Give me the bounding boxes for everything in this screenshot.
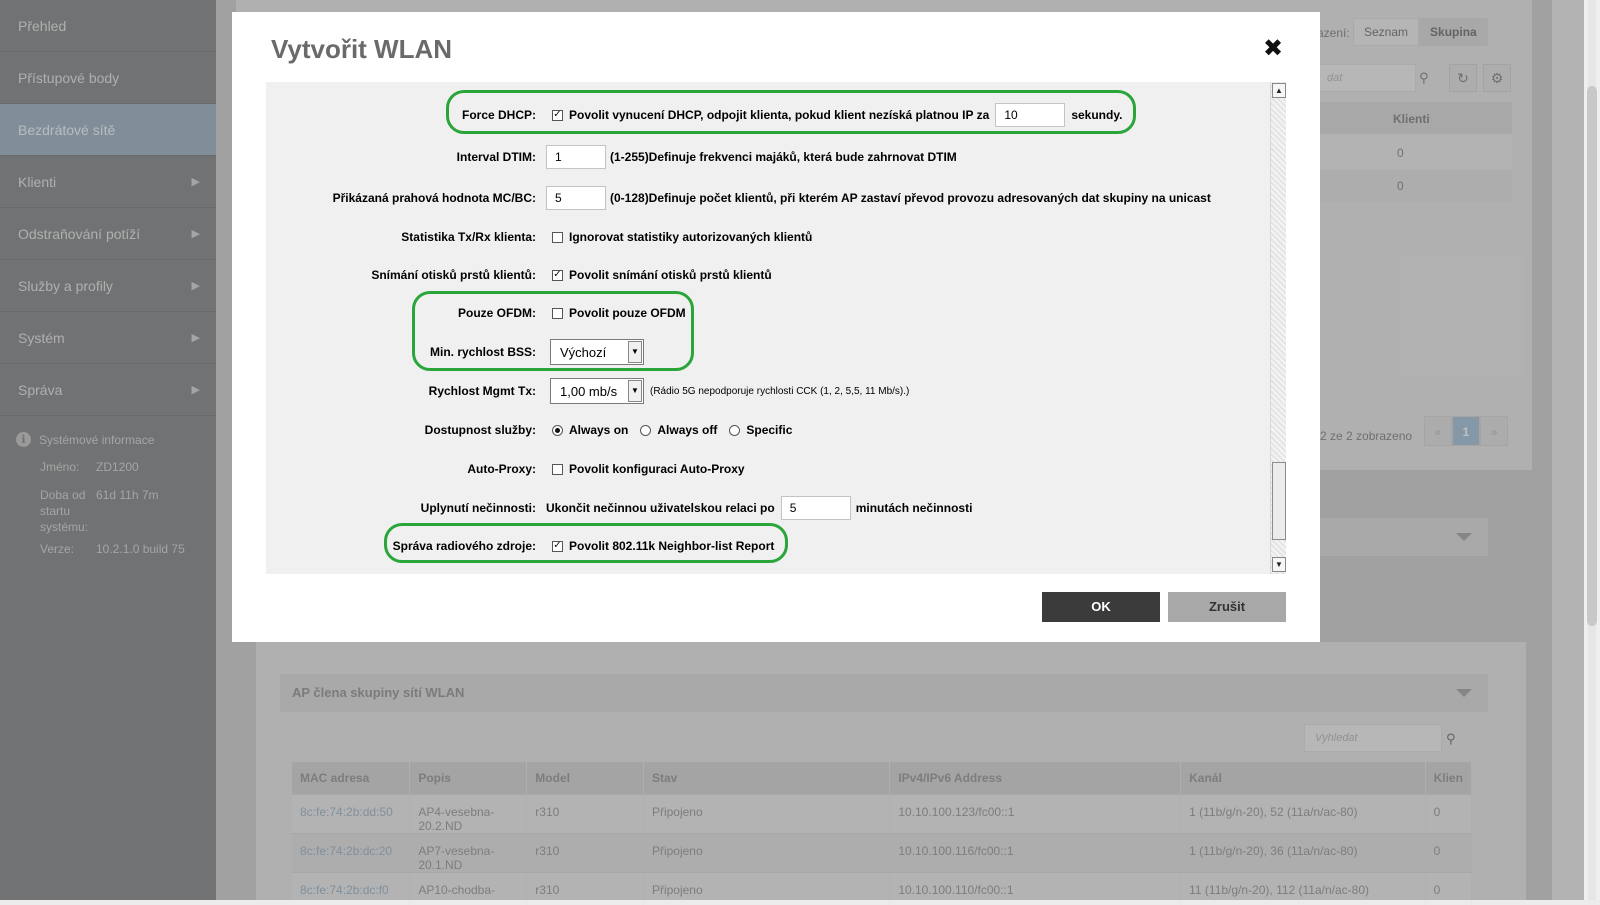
dropdown-arrow-icon[interactable]: ▼ [628,341,642,363]
txrx-label: Statistika Tx/Rx klienta: [401,230,536,244]
mgmt-tx-value: 1,00 mb/s [560,383,618,399]
mgmt-tx-select[interactable]: 1,00 mb/s ▼ [550,378,644,404]
mgmt-tx-label: Rychlost Mgmt Tx: [428,384,536,398]
cancel-button[interactable]: Zrušit [1168,592,1286,622]
close-icon[interactable]: ✖ [1262,37,1284,61]
auto-proxy-label: Auto-Proxy: [467,462,536,476]
dialog-title: Vytvořit WLAN [271,34,453,64]
mgmt-tx-hint: (Rádio 5G nepodporuje rychlosti CCK (1, … [650,385,910,397]
bss-rate-value: Výchozí [560,344,607,360]
inactivity-suffix: minutách nečinnosti [855,501,973,515]
scroll-up-icon[interactable]: ▲ [1272,83,1286,98]
bss-rate-label: Min. rychlost BSS: [429,345,536,359]
force-dhcp-text: Povolit vynucení DHCP, odpojit klienta, … [569,108,990,122]
dtim-hint: (1-255)Definuje frekvenci majáků, která … [610,150,957,164]
availability-label: Dostupnost služby: [424,423,536,437]
inactivity-label: Uplynutí nečinnosti: [420,501,536,515]
create-wlan-dialog: Vytvořit WLAN ✖ Force DHCP: ✓ Povolit vy… [232,12,1320,642]
dropdown-arrow-icon[interactable]: ▼ [628,380,642,402]
ofdm-checkbox[interactable] [552,307,563,319]
radio-specific-label: Specific [746,423,793,437]
form-area: Force DHCP: ✓ Povolit vynucení DHCP, odp… [266,82,1286,574]
auto-proxy-text: Povolit konfiguraci Auto-Proxy [569,462,745,476]
mcbc-hint: (0-128)Definuje počet klientů, při které… [610,191,1211,205]
force-dhcp-suffix: sekundy. [1071,108,1123,122]
ok-button[interactable]: OK [1042,592,1160,622]
bss-rate-select[interactable]: Výchozí ▼ [550,339,644,365]
mcbc-label: Přikázaná prahová hodnota MC/BC: [332,191,536,205]
form-scrollbar-thumb[interactable] [1272,462,1286,540]
auto-proxy-checkbox[interactable] [552,463,563,475]
txrx-text: Ignorovat statistiky autorizovaných klie… [569,230,813,244]
radio-always-off[interactable] [640,424,652,436]
dtim-label: Interval DTIM: [456,150,536,164]
rrm-label: Správa radiového zdroje: [392,539,536,553]
force-dhcp-label: Force DHCP: [461,108,536,122]
rrm-checkbox[interactable]: ✓ [552,540,563,552]
radio-always-on[interactable] [552,424,563,436]
mcbc-input[interactable]: 5 [546,186,606,210]
fingerprint-checkbox[interactable]: ✓ [552,269,563,281]
form-scrollbar[interactable]: ▲ ▼ [1270,82,1286,574]
radio-specific[interactable] [729,424,741,436]
fingerprint-text: Povolit snímání otisků prstů klientů [569,268,772,282]
radio-always-off-label: Always off [657,423,718,437]
txrx-checkbox[interactable] [552,231,563,243]
force-dhcp-checkbox[interactable]: ✓ [552,109,563,121]
force-dhcp-seconds-input[interactable]: 10 [995,103,1066,127]
ofdm-text: Povolit pouze OFDM [569,306,686,320]
scrollbar-thumb[interactable] [1587,86,1597,626]
page-scrollbar[interactable] [1584,0,1600,900]
inactivity-minutes-input[interactable]: 5 [780,496,851,520]
ofdm-label: Pouze OFDM: [458,306,536,320]
dtim-input[interactable]: 1 [546,145,606,169]
radio-dot [555,427,560,433]
fingerprint-label: Snímání otisků prstů klientů: [371,268,536,282]
rrm-text: Povolit 802.11k Neighbor-list Report [569,539,775,553]
scroll-down-icon[interactable]: ▼ [1272,557,1286,572]
inactivity-text: Ukončit nečinnou uživatelskou relaci po [546,501,775,515]
radio-always-on-label: Always on [569,423,629,437]
